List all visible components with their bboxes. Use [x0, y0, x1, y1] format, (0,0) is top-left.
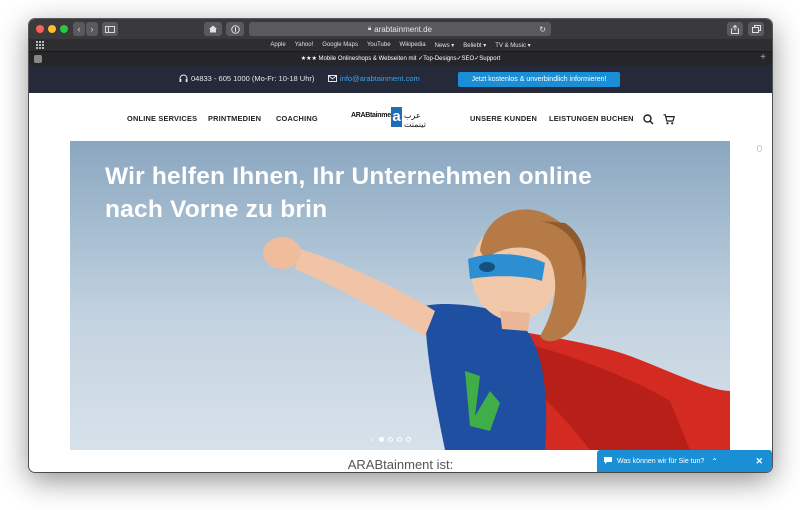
hero-headline-line1: Wir helfen Ihnen, Ihr Unternehmen online	[105, 163, 592, 190]
favorite-link[interactable]: Google Maps	[322, 42, 358, 48]
close-icon[interactable]: ✕	[755, 456, 763, 467]
favorite-link[interactable]: Yahoo!	[295, 42, 314, 48]
tab-title: ★★★ Mobile Onlineshops & Webseiten mit ✓…	[300, 56, 501, 62]
favorite-link[interactable]: YouTube	[367, 42, 391, 48]
free-consultation-button[interactable]: Jetzt kostenlos & unverbindlich informie…	[458, 72, 620, 87]
hero-headline-line2: nach Vorne zu brin	[105, 196, 328, 223]
nav-leistungen-buchen[interactable]: LEISTUNGEN BUCHEN	[549, 114, 634, 123]
chat-widget[interactable]: Was können wir für Sie tun? ⌃ ✕	[597, 450, 772, 472]
favorite-folder[interactable]: Beliebt ▾	[463, 42, 486, 49]
chat-label: Was können wir für Sie tun?	[617, 457, 705, 465]
hero-slider[interactable]: Wir helfen Ihnen, Ihr Unternehmen online…	[70, 141, 730, 450]
favorite-folder[interactable]: TV & Music ▾	[495, 42, 530, 49]
chat-bubble-icon	[604, 456, 612, 466]
privacy-report-icon[interactable]	[226, 22, 244, 36]
nav-printmedien[interactable]: PRINTMEDIEN	[208, 114, 261, 123]
share-icon[interactable]	[727, 22, 743, 36]
favorite-folder[interactable]: News ▾	[435, 42, 455, 49]
chevron-up-icon[interactable]: ⌃	[711, 457, 718, 466]
close-window-button[interactable]	[36, 25, 44, 33]
slider-dot[interactable]	[396, 437, 402, 442]
nav-coaching[interactable]: COACHING	[276, 114, 318, 123]
tabs-overview-icon[interactable]	[748, 22, 764, 36]
home-icon[interactable]	[204, 22, 222, 36]
favorite-link[interactable]: Apple	[270, 42, 285, 48]
nav-online-services[interactable]: ONLINE SERVICES	[127, 114, 197, 123]
main-navigation: ONLINE SERVICES PRINTMEDIEN COACHING ARA…	[29, 93, 772, 152]
browser-tab[interactable]: ★★★ Mobile Onlineshops & Webseiten mit ✓…	[29, 51, 772, 65]
slider-dot[interactable]	[378, 437, 384, 442]
cart-icon[interactable]	[663, 112, 675, 130]
reload-icon[interactable]: ↻	[539, 25, 546, 34]
logo-wordmark: ARABtainment	[351, 112, 397, 119]
site-logo[interactable]: ARABtainment a عرب تينمنت	[351, 107, 437, 129]
phone-number[interactable]: 04833 - 605 1000 (Mo-Fr: 10-18 Uhr)	[191, 74, 314, 83]
forward-icon[interactable]: ›	[86, 22, 98, 36]
sidebar-icon[interactable]	[102, 22, 118, 36]
slider-dot[interactable]	[387, 437, 393, 442]
mail-icon	[328, 75, 337, 84]
logo-arabic-text: عرب تينمنت	[404, 111, 426, 129]
nav-unsere-kunden[interactable]: UNSERE KUNDEN	[470, 114, 537, 123]
contact-bar: 04833 - 605 1000 (Mo-Fr: 10-18 Uhr) info…	[29, 65, 772, 93]
slider-dot[interactable]	[405, 437, 411, 442]
slider-prev-icon[interactable]: ›	[370, 435, 373, 444]
scroll-indicator-icon	[757, 145, 762, 152]
email-link[interactable]: info@arabtainment.com	[340, 74, 420, 83]
zoom-window-button[interactable]	[60, 25, 68, 33]
favorites-bar: Apple Yahoo! Google Maps YouTube Wikiped…	[29, 39, 772, 51]
new-tab-icon[interactable]: +	[760, 52, 766, 63]
search-icon[interactable]	[643, 112, 654, 130]
slider-pagination: ›	[370, 435, 411, 444]
back-icon[interactable]: ‹	[73, 22, 85, 36]
lock-icon: 🔒︎	[367, 25, 372, 32]
browser-window: ‹ › 🔒︎ arabtainment.de ↻ Apple Yahoo! Go…	[29, 19, 772, 472]
address-bar-url: arabtainment.de	[374, 24, 433, 34]
headset-icon	[179, 74, 188, 85]
address-bar[interactable]: 🔒︎ arabtainment.de ↻	[249, 22, 551, 36]
favorite-link[interactable]: Wikipedia	[400, 42, 426, 48]
minimize-window-button[interactable]	[48, 25, 56, 33]
logo-mark: a	[391, 107, 402, 127]
browser-toolbar: ‹ › 🔒︎ arabtainment.de ↻	[29, 19, 772, 39]
apps-grid-icon[interactable]	[36, 41, 44, 51]
tab-favicon	[34, 55, 42, 63]
